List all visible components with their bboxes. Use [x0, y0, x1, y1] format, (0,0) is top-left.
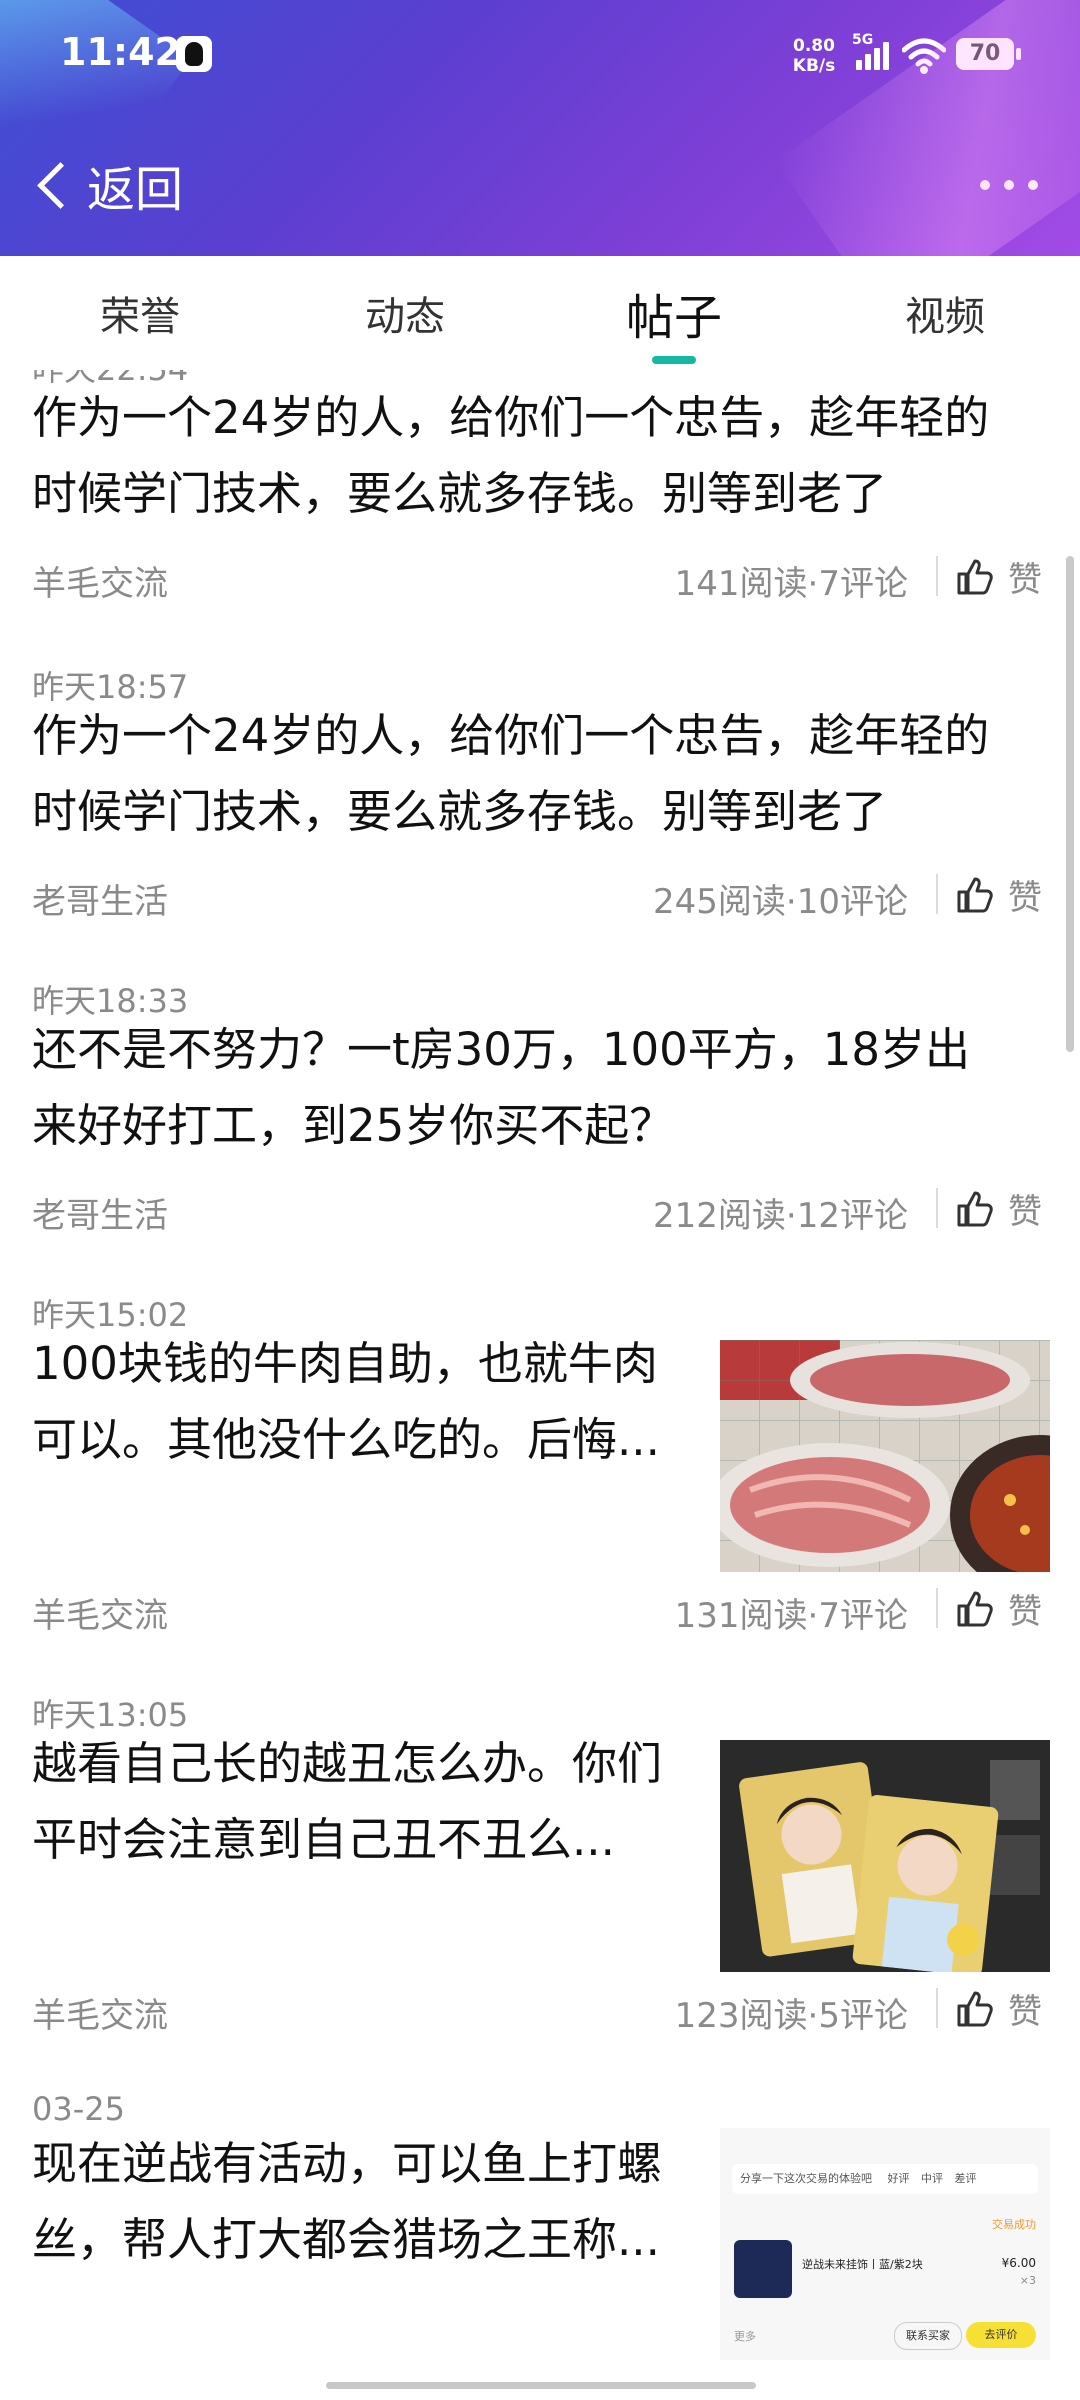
post-source[interactable]: 羊毛交流 [32, 1988, 168, 2037]
qq-notification-icon [176, 36, 212, 72]
scrollbar[interactable] [1066, 556, 1074, 1052]
thumb-review-button: 去评价 [966, 2322, 1036, 2348]
tab-honor[interactable]: 荣誉 [90, 284, 190, 342]
thumb-mid-text: 中评 [921, 2172, 943, 2185]
like-button[interactable]: 赞 [956, 870, 1042, 919]
post-stats: 245阅读·10评论 [653, 882, 908, 922]
thumb-contact-button: 联系买家 [894, 2322, 962, 2350]
thumb-share-text: 分享一下这次交易的体验吧 [740, 2172, 872, 2185]
thumb-status-text: 交易成功 [992, 2218, 1036, 2231]
active-tab-indicator [652, 356, 696, 364]
thumb-qty-text: ×3 [1019, 2274, 1036, 2287]
post-item[interactable]: 昨天22:54 作为一个24岁的人，给你们一个忠告，趁年轻的 时候学门技术，要么… [0, 370, 1080, 644]
thumbs-up-icon [956, 1190, 994, 1228]
like-button[interactable]: 赞 [956, 552, 1042, 601]
like-label: 赞 [1008, 1592, 1042, 1632]
cellular-signal-icon: 5G [852, 32, 892, 74]
like-label: 赞 [1008, 560, 1042, 600]
thumb-bad-text: 差评 [954, 2172, 977, 2185]
more-dot-icon [1028, 180, 1038, 190]
post-source[interactable]: 老哥生活 [32, 874, 168, 923]
post-title: 100块钱的牛肉自助，也就牛肉 可以。其他没什么吃的。后悔... [32, 1337, 660, 1466]
status-time: 11:42 [60, 30, 181, 74]
like-button[interactable]: 赞 [956, 1984, 1042, 2033]
network-speed-unit: KB/s [792, 56, 836, 76]
item-image [734, 2240, 792, 2298]
home-indicator[interactable] [326, 2382, 756, 2389]
divider [936, 1188, 938, 1228]
divider [936, 874, 938, 914]
post-feed[interactable]: 昨天22:54 作为一个24岁的人，给你们一个忠告，趁年轻的 时候学门技术，要么… [0, 370, 1080, 2400]
more-dot-icon [980, 180, 990, 190]
divider [936, 1988, 938, 2028]
network-type: 5G [852, 32, 874, 48]
tab-videos[interactable]: 视频 [895, 284, 995, 342]
post-title: 越看自己长的越丑怎么办。你们 平时会注意到自己丑不丑么... [32, 1737, 663, 1866]
network-speed: 0.80 KB/s [786, 36, 842, 76]
post-stats: 141阅读·7评论 [674, 564, 908, 604]
divider [936, 556, 938, 596]
photo-cards-thumbnail[interactable] [720, 1740, 1050, 1972]
post-title: 还不是不努力？一t房30万，100平方，18岁出 来好好打工，到25岁你买不起？ [32, 1023, 971, 1152]
thumbs-up-icon [956, 1590, 994, 1628]
post-source[interactable]: 羊毛交流 [32, 556, 168, 605]
post-item[interactable]: 昨天13:05 越看自己长的越丑怎么办。你们 平时会注意到自己丑不丑么... 羊… [0, 1670, 1080, 2072]
thumb-good-text: 好评 [887, 2172, 910, 2185]
post-item[interactable]: 昨天18:33 还不是不努力？一t房30万，100平方，18岁出 来好好打工，到… [0, 956, 1080, 1272]
tab-posts[interactable]: 帖子 [622, 278, 726, 348]
wifi-icon [901, 36, 947, 76]
network-speed-value: 0.80 [793, 36, 835, 56]
tab-bar: 荣誉 动态 帖子 视频 [0, 256, 1080, 370]
post-stats: 212阅读·12评论 [653, 1196, 908, 1236]
app-header: 11:42 0.80 KB/s 5G 70 返回 [0, 0, 1080, 256]
like-label: 赞 [1008, 1192, 1042, 1232]
post-title: 作为一个24岁的人，给你们一个忠告，趁年轻的 时候学门技术，要么就多存钱。别等到… [32, 391, 990, 520]
like-button[interactable]: 赞 [956, 1584, 1042, 1633]
thumbs-up-icon [956, 558, 994, 596]
post-item[interactable]: 昨天18:57 作为一个24岁的人，给你们一个忠告，趁年轻的 时候学门技术，要么… [0, 642, 1080, 958]
post-source[interactable]: 羊毛交流 [32, 1588, 168, 1637]
thumb-more-text: 更多 [734, 2330, 756, 2343]
more-dot-icon [1004, 180, 1014, 190]
post-item[interactable]: 昨天15:02 100块钱的牛肉自助，也就牛肉 可以。其他没什么吃的。后悔... [0, 1270, 1080, 1672]
post-item[interactable]: 03-25 现在逆战有活动，可以鱼上打螺 丝，帮人打大都会猎场之王称... 分享… [0, 2070, 1080, 2400]
post-title: 作为一个24岁的人，给你们一个忠告，趁年轻的 时候学门技术，要么就多存钱。别等到… [32, 709, 990, 838]
divider [936, 1588, 938, 1628]
tab-activity[interactable]: 动态 [355, 284, 455, 342]
like-button[interactable]: 赞 [956, 1184, 1042, 1233]
thumbs-up-icon [956, 1990, 994, 2028]
post-time: 03-25 [32, 2090, 125, 2128]
like-label: 赞 [1008, 878, 1042, 918]
trade-screenshot-thumbnail[interactable]: 分享一下这次交易的体验吧 好评 中评 差评 交易成功 逆战未来挂饰丨蓝/紫2块 … [720, 2128, 1050, 2360]
post-stats: 131阅读·7评论 [674, 1596, 908, 1636]
post-source[interactable]: 老哥生活 [32, 1188, 168, 1237]
back-label: 返回 [87, 162, 184, 218]
thumb-item-text: 逆战未来挂饰丨蓝/紫2块 [802, 2258, 923, 2271]
post-title: 现在逆战有活动，可以鱼上打螺 丝，帮人打大都会猎场之王称... [32, 2137, 663, 2266]
thumb-price-text: ¥6.00 [1001, 2256, 1036, 2270]
battery-icon: 70 [956, 38, 1021, 70]
thumbs-up-icon [956, 876, 994, 914]
beef-hotpot-thumbnail[interactable] [720, 1340, 1050, 1572]
back-button[interactable]: 返回 [30, 150, 183, 220]
more-options-button[interactable] [980, 170, 1038, 200]
chevron-left-icon [37, 161, 84, 209]
post-stats: 123阅读·5评论 [674, 1996, 908, 2036]
like-label: 赞 [1008, 1992, 1042, 2032]
